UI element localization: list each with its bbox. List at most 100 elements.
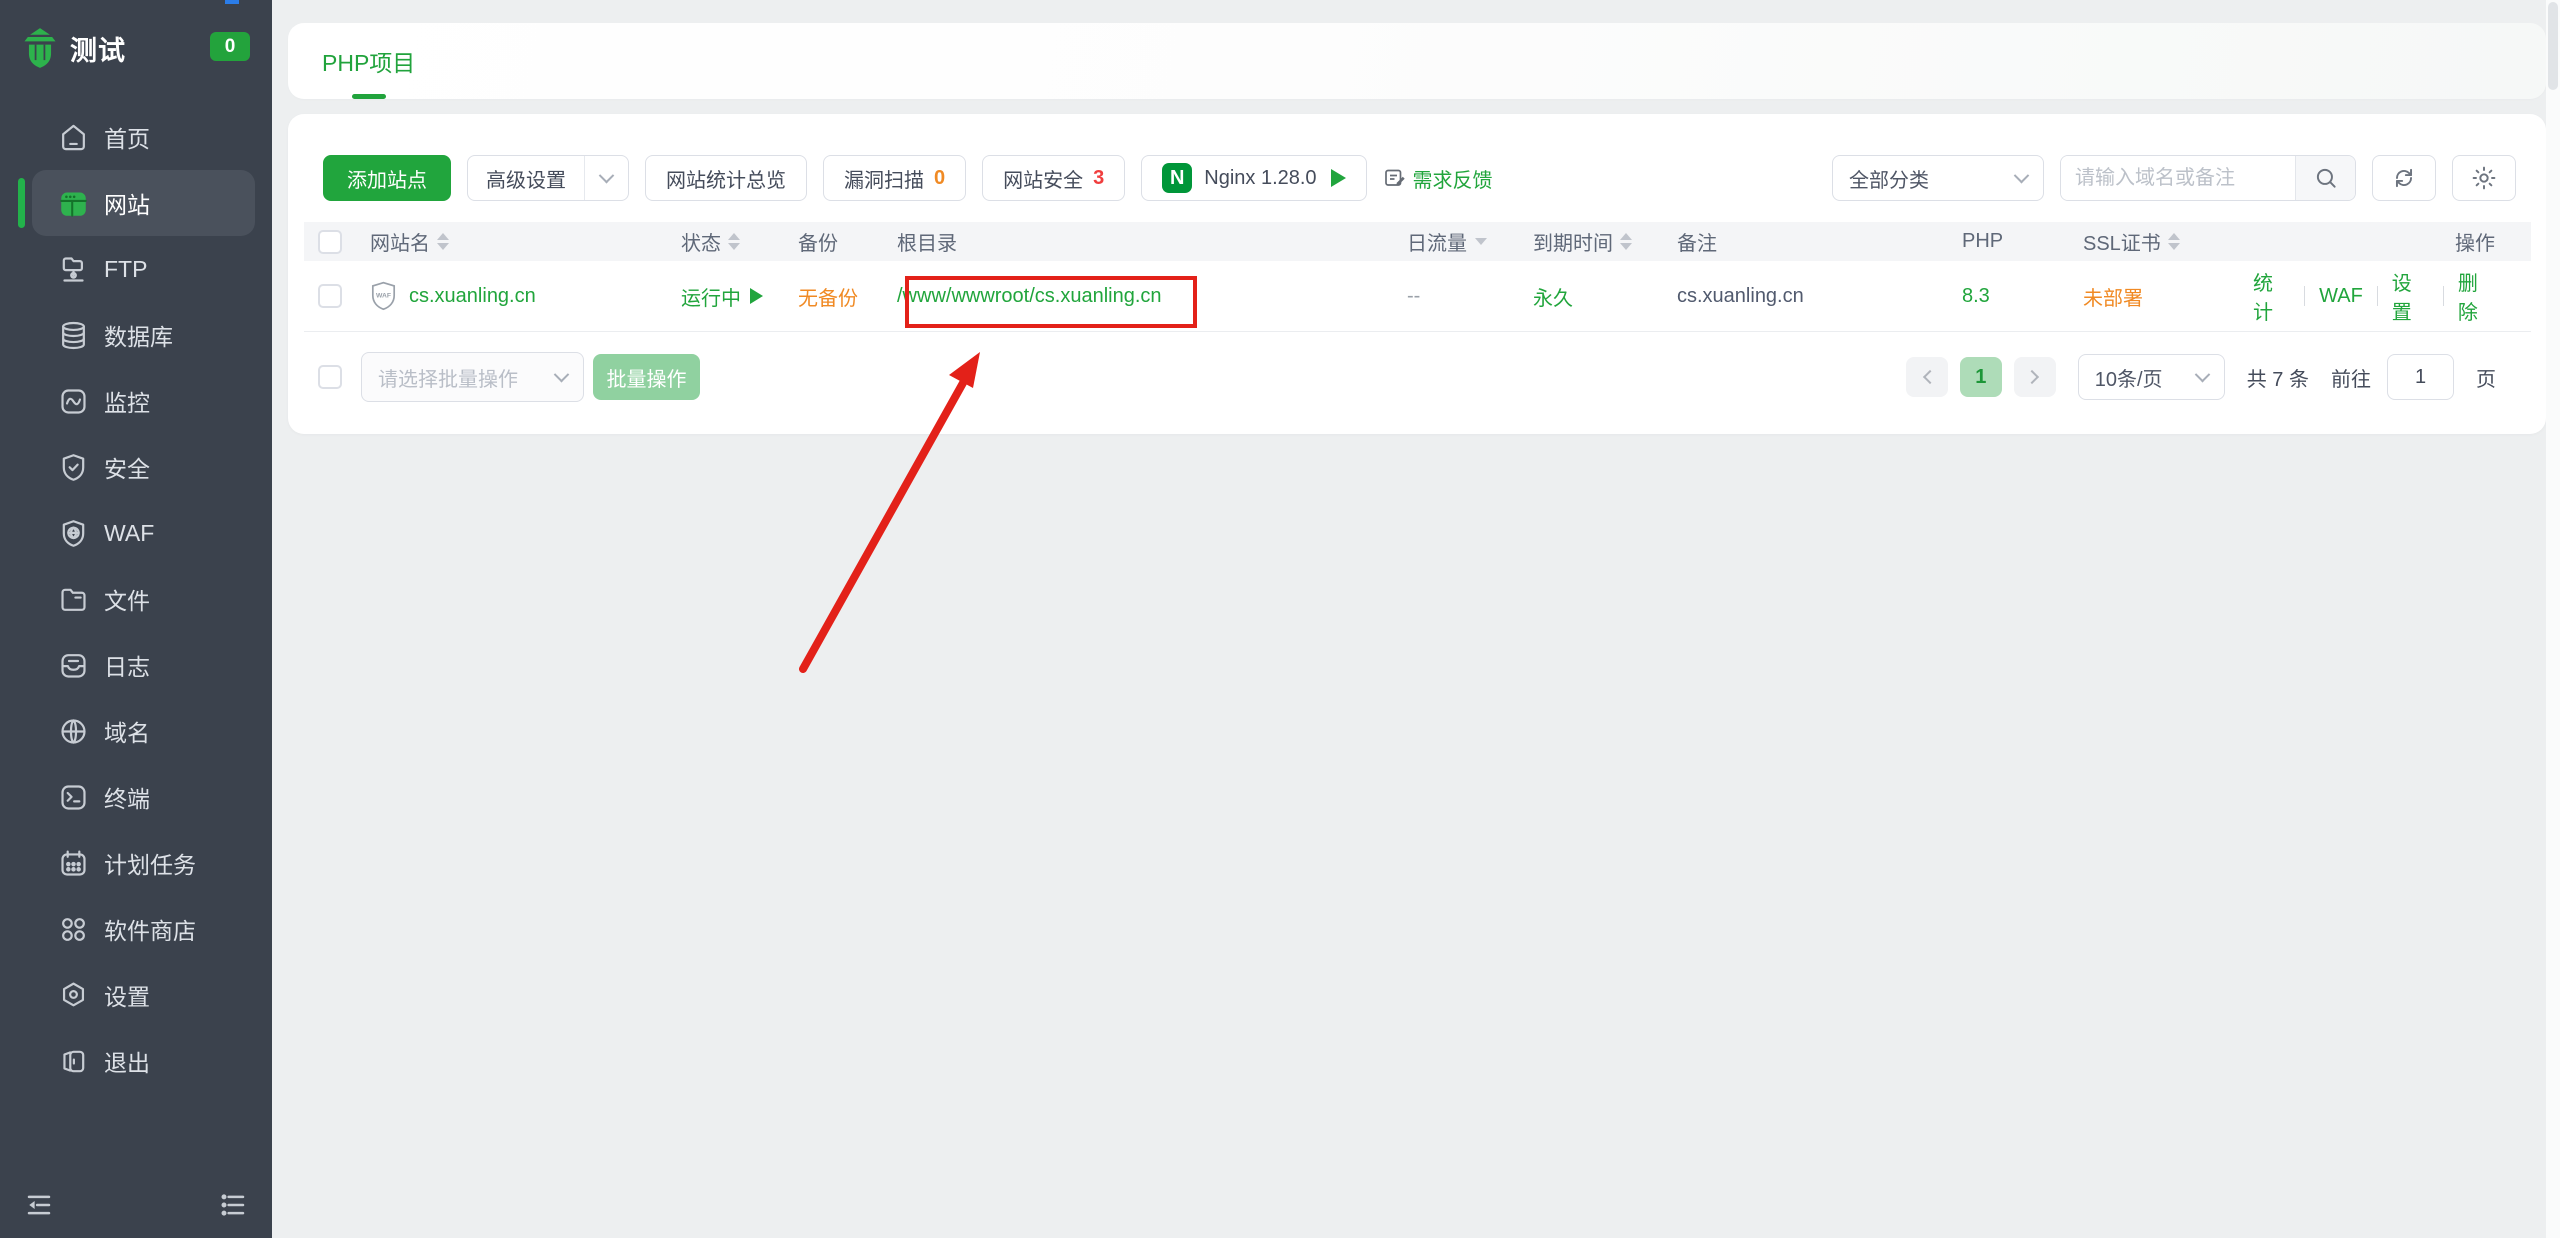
tab-php-projects[interactable]: PHP项目 — [322, 23, 415, 99]
sort-icon — [728, 233, 740, 250]
header-ssl[interactable]: SSL证书 — [2083, 227, 2253, 256]
sidebar-item-logout[interactable]: 退出 — [32, 1028, 255, 1094]
sidebar-item-label: FTP — [104, 256, 147, 283]
page-unit-label: 页 — [2476, 363, 2496, 392]
page-size-select[interactable]: 10条/页 — [2078, 354, 2225, 400]
site-security-label: 网站安全 — [1003, 164, 1083, 193]
site-status-link[interactable]: 运行中 — [681, 282, 741, 311]
select-all-checkbox[interactable] — [318, 230, 342, 254]
header-php: PHP — [1962, 230, 2083, 253]
feedback-link[interactable]: 需求反馈 — [1383, 164, 1493, 193]
collapse-sidebar-icon[interactable] — [24, 1190, 54, 1225]
batch-apply-button[interactable]: 批量操作 — [593, 354, 700, 400]
sort-icon — [2168, 233, 2180, 250]
advanced-settings-label: 高级设置 — [468, 164, 584, 193]
header-site-name[interactable]: 网站名 — [370, 227, 681, 256]
terminal-icon — [57, 781, 89, 813]
webserver-button[interactable]: N Nginx 1.28.0 — [1141, 155, 1366, 201]
add-site-button[interactable]: 添加站点 — [323, 155, 451, 201]
sidebar-item-database[interactable]: 数据库 — [32, 302, 255, 368]
header-note: 备注 — [1677, 227, 1962, 256]
sidebar-item-home[interactable]: 首页 — [32, 104, 255, 170]
row-checkbox[interactable] — [318, 284, 342, 308]
prev-page-button[interactable] — [1906, 357, 1948, 397]
table-row: WAF cs.xuanling.cn 运行中 无备份 /www/wwwroot/… — [304, 261, 2531, 332]
vuln-scan-label: 漏洞扫描 — [844, 164, 924, 193]
backup-status-link[interactable]: 无备份 — [798, 288, 858, 310]
table-settings-button[interactable] — [2452, 155, 2516, 201]
refresh-button[interactable] — [2372, 155, 2436, 201]
header-traffic[interactable]: 日流量 — [1407, 227, 1533, 256]
sidebar-item-label: 日志 — [104, 648, 150, 682]
message-count-badge[interactable]: 0 — [210, 32, 250, 61]
pagination: 1 10条/页 共 7 条 前往 页 — [1894, 354, 2531, 400]
batch-action-select[interactable]: 请选择批量操作 — [361, 352, 584, 402]
settings-hex-icon — [57, 979, 89, 1011]
header-root-dir: 根目录 — [897, 227, 1407, 256]
logo-row: 测试 0 — [0, 0, 272, 96]
search-button[interactable] — [2295, 156, 2355, 200]
sidebar-item-label: 监控 — [104, 384, 150, 418]
sidebar-footer — [0, 1176, 272, 1238]
search-icon — [2313, 165, 2339, 191]
sidebar-item-label: WAF — [104, 520, 154, 547]
tab-label: PHP项目 — [322, 44, 415, 78]
header-status[interactable]: 状态 — [681, 227, 798, 256]
sidebar-item-cron[interactable]: 计划任务 — [32, 830, 255, 896]
sidebar-item-logs[interactable]: 日志 — [32, 632, 255, 698]
sidebar-item-files[interactable]: 文件 — [32, 566, 255, 632]
panel-title: 测试 — [70, 29, 126, 68]
action-waf-link[interactable]: WAF — [2319, 285, 2363, 308]
sidebar-item-label: 域名 — [104, 714, 150, 748]
sidebar-item-label: 首页 — [104, 120, 150, 154]
site-stats-overview-button[interactable]: 网站统计总览 — [645, 155, 807, 201]
header-expire[interactable]: 到期时间 — [1533, 227, 1677, 256]
chevron-left-icon — [1923, 370, 1937, 384]
sidebar: 测试 0 首页 网站 FTP 数据库 监控 — [0, 0, 272, 1238]
ftp-icon — [57, 253, 89, 285]
goto-label: 前往 — [2331, 363, 2371, 392]
action-delete-link[interactable]: 删除 — [2458, 267, 2495, 325]
table-footer: 请选择批量操作 批量操作 1 10条/页 共 7 条 前往 页 — [304, 352, 2531, 402]
sidebar-item-label: 设置 — [104, 978, 150, 1012]
advanced-settings-button[interactable]: 高级设置 — [467, 155, 629, 201]
footer-select-all-checkbox[interactable] — [318, 365, 342, 389]
sidebar-item-website[interactable]: 网站 — [32, 170, 255, 236]
sites-toolbar: 添加站点 高级设置 网站统计总览 漏洞扫描 0 网站安全 3 N Nginx 1… — [323, 155, 2516, 201]
next-page-button[interactable] — [2014, 357, 2056, 397]
search-input[interactable] — [2061, 156, 2295, 200]
sidebar-item-label: 文件 — [104, 582, 150, 616]
expire-value-link[interactable]: 永久 — [1533, 288, 1573, 310]
webserver-version-label: Nginx 1.28.0 — [1204, 167, 1316, 190]
vuln-scan-button[interactable]: 漏洞扫描 0 — [823, 155, 966, 201]
batch-select-placeholder: 请选择批量操作 — [378, 363, 518, 392]
php-version-link[interactable]: 8.3 — [1962, 285, 1990, 307]
table-header-row: 网站名 状态 备份 根目录 日流量 到期时间 备注 PHP — [304, 222, 2531, 261]
sidebar-item-settings[interactable]: 设置 — [32, 962, 255, 1028]
sidebar-item-domain[interactable]: 域名 — [32, 698, 255, 764]
scrollbar-thumb[interactable] — [2548, 2, 2558, 90]
note-value[interactable]: cs.xuanling.cn — [1677, 285, 1804, 307]
tab-active-underline — [352, 94, 386, 99]
globe-www-icon — [57, 715, 89, 747]
logout-door-icon — [57, 1045, 89, 1077]
database-icon — [57, 319, 89, 351]
action-settings-link[interactable]: 设置 — [2392, 267, 2429, 325]
chevron-down-icon — [2014, 167, 2030, 183]
goto-page-input[interactable] — [2387, 354, 2454, 400]
action-stats-link[interactable]: 统计 — [2253, 267, 2290, 325]
current-page-button[interactable]: 1 — [1960, 357, 2002, 397]
sidebar-item-label: 计划任务 — [104, 846, 196, 880]
category-select[interactable]: 全部分类 — [1832, 155, 2044, 201]
site-domain-link[interactable]: cs.xuanling.cn — [409, 285, 536, 308]
sidebar-item-security[interactable]: 安全 — [32, 434, 255, 500]
menu-list-icon[interactable] — [218, 1190, 248, 1225]
sidebar-item-monitor[interactable]: 监控 — [32, 368, 255, 434]
sidebar-item-ftp[interactable]: FTP — [32, 236, 255, 302]
sidebar-item-terminal[interactable]: 终端 — [32, 764, 255, 830]
advanced-dropdown-toggle[interactable] — [584, 156, 628, 200]
site-security-button[interactable]: 网站安全 3 — [982, 155, 1125, 201]
ssl-status-link[interactable]: 未部署 — [2083, 288, 2143, 310]
sidebar-item-appstore[interactable]: 软件商店 — [32, 896, 255, 962]
sidebar-item-waf[interactable]: WAF — [32, 500, 255, 566]
